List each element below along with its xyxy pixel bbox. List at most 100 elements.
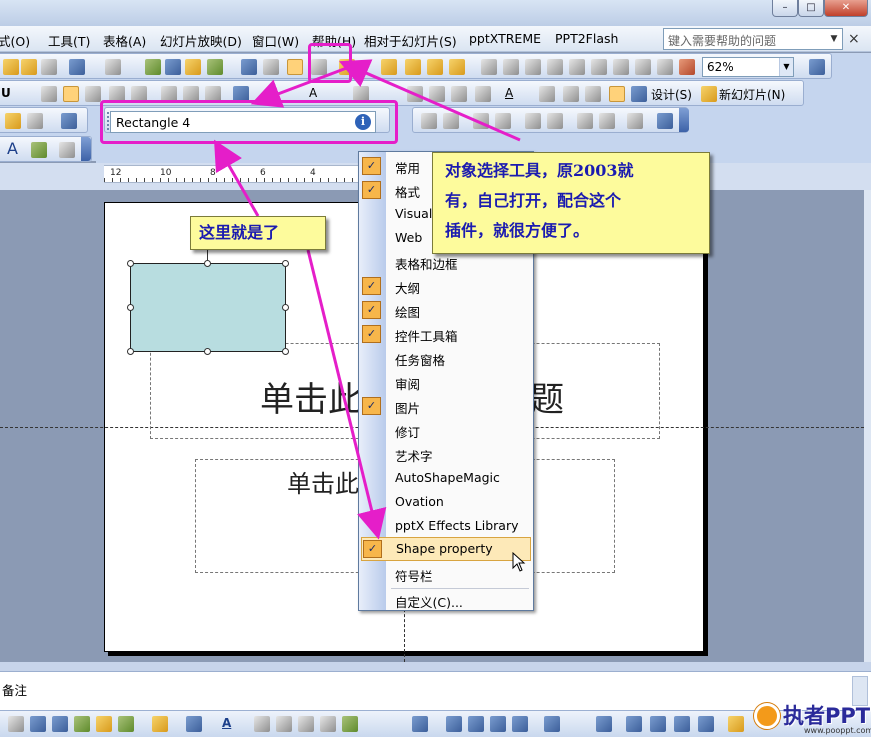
grow-icon[interactable] xyxy=(547,113,563,129)
grid-icon[interactable] xyxy=(241,59,257,75)
top-align-icon[interactable] xyxy=(577,113,593,129)
menu-item-ovation[interactable]: Ovation xyxy=(359,490,533,514)
help-icon[interactable] xyxy=(809,59,825,75)
align-left-text-icon[interactable] xyxy=(41,86,57,102)
menu-item-pptx-effects[interactable]: pptX Effects Library xyxy=(359,514,533,538)
spacing-icon[interactable] xyxy=(407,86,423,102)
menu-item-review[interactable]: 审阅 xyxy=(359,370,533,394)
resize-handle[interactable] xyxy=(204,348,211,355)
flip-vertical-icon[interactable] xyxy=(698,716,714,732)
layout-icon[interactable] xyxy=(609,86,625,102)
align-objects-icon[interactable] xyxy=(596,716,612,732)
new-slide-icon[interactable] xyxy=(701,86,717,102)
star-shape-icon[interactable] xyxy=(490,716,506,732)
para-spacing-icon[interactable] xyxy=(451,86,467,102)
redo-icon[interactable] xyxy=(105,59,121,75)
menu-item-wordart[interactable]: 艺术字 xyxy=(359,442,533,466)
format-painter-icon[interactable] xyxy=(41,59,57,75)
selected-rectangle-shape[interactable] xyxy=(130,263,286,352)
menu-window[interactable]: 窗口(W) xyxy=(252,31,299,50)
callout-shape-icon[interactable] xyxy=(468,716,484,732)
bring-front-icon[interactable] xyxy=(405,59,421,75)
tools-icon[interactable] xyxy=(59,142,75,158)
resize-handle[interactable] xyxy=(282,348,289,355)
undo-icon[interactable] xyxy=(69,59,85,75)
resize-handle[interactable] xyxy=(282,260,289,267)
block-arrow-icon[interactable] xyxy=(512,716,528,732)
move-right-icon[interactable] xyxy=(443,113,459,129)
fill-bucket-icon[interactable] xyxy=(5,113,21,129)
menu-item-task-pane[interactable]: 任务窗格 xyxy=(359,346,533,370)
menu-pptxtreme[interactable]: pptXTREME xyxy=(469,31,541,46)
dash-style-icon[interactable] xyxy=(276,716,292,732)
menu-relative-to-slide[interactable]: 相对于幻灯片(S) xyxy=(364,31,457,50)
font-color-a-icon[interactable]: A xyxy=(222,716,231,730)
shadow-icon[interactable] xyxy=(320,716,336,732)
fill-icon[interactable] xyxy=(539,86,555,102)
paste-icon[interactable] xyxy=(3,59,19,75)
select-arrow-icon[interactable] xyxy=(287,59,303,75)
menu-item-customize[interactable]: 自定义(C)... xyxy=(359,588,533,612)
chevron-down-icon[interactable]: ▼ xyxy=(827,30,841,48)
font-color-icon[interactable]: A xyxy=(505,86,513,100)
dotted-box-icon[interactable] xyxy=(563,86,579,102)
notes-pane[interactable]: 备注 xyxy=(0,672,871,710)
align-left-icon[interactable] xyxy=(569,59,585,75)
flip-horizontal-icon[interactable] xyxy=(674,716,690,732)
order-icon[interactable] xyxy=(449,59,465,75)
fill-color-icon[interactable] xyxy=(152,716,168,732)
menu-ppt2flash[interactable]: PPT2Flash xyxy=(555,31,618,46)
clipart-icon[interactable] xyxy=(96,716,112,732)
distribute-icon[interactable] xyxy=(481,59,497,75)
line-spacing-icon[interactable] xyxy=(429,86,445,102)
picture-icon[interactable] xyxy=(31,142,47,158)
menu-item-outline[interactable]: ✓ 大纲 xyxy=(359,274,533,298)
line-style-icon[interactable] xyxy=(254,716,270,732)
help-search-input[interactable]: 键入需要帮助的问题 ▼ xyxy=(663,28,843,50)
maximize-button[interactable]: □ xyxy=(798,0,824,17)
menu-table[interactable]: 表格(A) xyxy=(103,31,146,50)
insert-picture-icon[interactable] xyxy=(118,716,134,732)
design-button[interactable]: 设计(S) xyxy=(651,86,692,103)
insert-icon[interactable] xyxy=(185,59,201,75)
align-top-icon[interactable] xyxy=(503,59,519,75)
clipboard-icon[interactable] xyxy=(21,59,37,75)
move-up-icon[interactable] xyxy=(473,113,489,129)
color-icon[interactable] xyxy=(679,59,695,75)
underline-icon[interactable]: U xyxy=(1,86,11,100)
textbox-icon[interactable] xyxy=(8,716,24,732)
chevron-down-icon[interactable]: ▼ xyxy=(779,58,793,76)
frame-icon[interactable] xyxy=(585,86,601,102)
align-center-icon[interactable] xyxy=(591,59,607,75)
rotate-left-icon[interactable] xyxy=(626,716,642,732)
chart-icon[interactable] xyxy=(145,59,161,75)
table-icon[interactable] xyxy=(165,59,181,75)
connector-icon[interactable] xyxy=(412,716,428,732)
flowchart-icon[interactable] xyxy=(446,716,462,732)
move-left-icon[interactable] xyxy=(421,113,437,129)
menu-item-revisions[interactable]: 修订 xyxy=(359,418,533,442)
align-bottom-icon[interactable] xyxy=(547,59,563,75)
distribute-vertical-icon[interactable] xyxy=(635,59,651,75)
align-center-text-icon[interactable] xyxy=(63,86,79,102)
resize-handle[interactable] xyxy=(204,260,211,267)
wordart-a-icon[interactable]: A xyxy=(7,139,18,158)
resize-handle[interactable] xyxy=(127,260,134,267)
3d-icon[interactable] xyxy=(342,716,358,732)
action-button-icon[interactable] xyxy=(544,716,560,732)
menu-item-symbol-bar[interactable]: 符号栏 xyxy=(359,562,533,586)
notes-splitter[interactable] xyxy=(0,662,871,672)
edit-points-icon[interactable] xyxy=(728,716,744,732)
resize-handle[interactable] xyxy=(127,304,134,311)
menu-item-shape-property[interactable]: ✓ Shape property xyxy=(361,537,531,561)
menu-item-picture[interactable]: ✓ 图片 xyxy=(359,394,533,418)
send-back-icon[interactable] xyxy=(427,59,443,75)
new-slide-button[interactable]: 新幻灯片(N) xyxy=(719,86,785,103)
close-button[interactable]: ✕ xyxy=(824,0,868,17)
menu-format[interactable]: 式(O) xyxy=(0,31,30,50)
document-close-button[interactable]: × xyxy=(848,31,860,47)
resize-handle[interactable] xyxy=(127,348,134,355)
stack-icon[interactable] xyxy=(599,113,615,129)
menu-item-drawing[interactable]: ✓ 绘图 xyxy=(359,298,533,322)
menu-slideshow[interactable]: 幻灯片放映(D) xyxy=(160,31,242,50)
